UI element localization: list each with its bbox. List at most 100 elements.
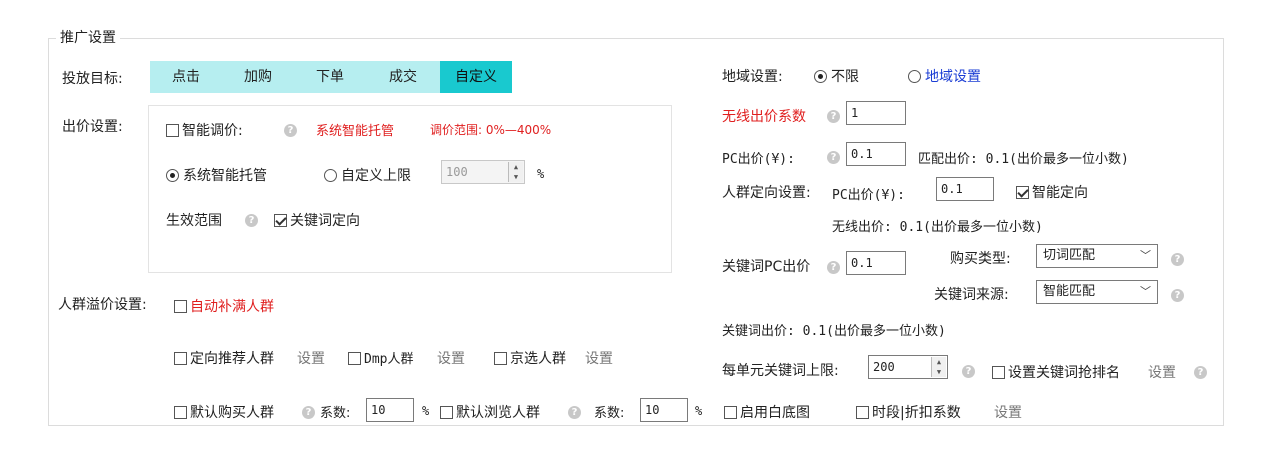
default-browse-checkbox[interactable] — [440, 406, 453, 419]
bid-label: 出价设置: — [62, 119, 123, 135]
region-custom-row[interactable]: 地域设置 — [908, 66, 981, 86]
wireless-coef-input[interactable]: 1 — [846, 101, 906, 125]
chevron-down-icon: ﹀ — [1140, 285, 1151, 298]
dmp-set-link[interactable]: 设置 — [437, 348, 465, 368]
target-label: 投放目标: — [62, 71, 123, 87]
keyword-rank-help-icon[interactable]: ? — [1194, 363, 1207, 379]
keyword-targeting-checkbox[interactable] — [274, 214, 287, 227]
white-bg-label: 启用白底图 — [740, 405, 810, 421]
time-discount-row[interactable]: 时段|折扣系数 — [856, 402, 961, 422]
wireless-coef-label: 无线出价系数 — [722, 109, 806, 125]
keyword-bid-text: 关键词出价: 0.1(出价最多一位小数) — [722, 324, 946, 339]
keyword-rank-checkbox[interactable] — [992, 366, 1005, 379]
custom-limit-spinner[interactable]: ▲ ▼ — [508, 162, 523, 182]
region-unlimited-radio[interactable] — [814, 70, 827, 83]
dmp-label: Dmp人群 — [364, 352, 414, 367]
coef-browse-percent: % — [695, 404, 703, 418]
time-discount-set-link[interactable]: 设置 — [994, 402, 1022, 422]
keyword-limit-spinner[interactable]: ▲ ▼ — [931, 357, 946, 377]
adjust-range-text: 调价范围: 0%—400% — [430, 123, 552, 137]
jd-select-row[interactable]: 京选人群 — [494, 348, 566, 368]
targeted-recommend-row[interactable]: 定向推荐人群 — [174, 348, 274, 368]
tab-deal[interactable]: 成交 — [366, 61, 440, 93]
targeted-recommend-set-link[interactable]: 设置 — [297, 348, 325, 368]
pc-bid-help-icon[interactable]: ? — [827, 148, 840, 164]
region-unlimited-row[interactable]: 不限 — [814, 66, 859, 86]
jd-select-set-link[interactable]: 设置 — [585, 348, 613, 368]
source-select[interactable]: 智能匹配 ﹀ — [1036, 280, 1158, 304]
buy-type-label: 购买类型: — [950, 251, 1011, 267]
keyword-limit-input[interactable]: 200 ▲ ▼ — [868, 355, 948, 379]
default-buy-help-icon[interactable]: ? — [302, 403, 315, 419]
smart-adjust-help-icon[interactable]: ? — [284, 121, 297, 137]
keyword-targeting-row[interactable]: 关键词定向 — [274, 210, 360, 230]
buy-type-select[interactable]: 切词匹配 ﹀ — [1036, 244, 1158, 268]
auto-fill-row[interactable]: 自动补满人群 — [174, 296, 274, 316]
keyword-limit-label: 每单元关键词上限: — [722, 363, 839, 379]
dmp-checkbox[interactable] — [348, 352, 361, 365]
region-label: 地域设置: — [722, 69, 783, 85]
keyword-pc-input[interactable]: 0.1 — [846, 251, 906, 275]
auto-fill-checkbox[interactable] — [174, 300, 187, 313]
jd-select-checkbox[interactable] — [494, 352, 507, 365]
smart-target-checkbox[interactable] — [1016, 186, 1029, 199]
radio-custom-row[interactable]: 自定义上限 — [324, 165, 411, 185]
pc-bid-input[interactable]: 0.1 — [846, 142, 906, 166]
region-settings-link[interactable]: 地域设置 — [925, 69, 981, 85]
custom-limit-value: 100 — [446, 165, 468, 179]
region-unlimited-label: 不限 — [831, 69, 859, 85]
default-browse-row[interactable]: 默认浏览人群 — [440, 402, 540, 422]
time-discount-label: 时段|折扣系数 — [872, 405, 961, 421]
keyword-pc-help-icon[interactable]: ? — [827, 258, 840, 274]
coef-buy-input[interactable]: 10 — [366, 398, 414, 422]
radio-system-row[interactable]: 系统智能托管 — [166, 165, 267, 185]
source-help-icon[interactable]: ? — [1171, 286, 1184, 302]
region-custom-radio[interactable] — [908, 70, 921, 83]
radio-custom-limit[interactable] — [324, 169, 337, 182]
coef-browse-input[interactable]: 10 — [640, 398, 688, 422]
keyword-rank-row[interactable]: 设置关键词抢排名 — [992, 362, 1120, 382]
smart-adjust-row: 智能调价: — [166, 120, 243, 140]
custom-limit-input[interactable]: 100 ▲ ▼ — [441, 160, 525, 184]
source-value: 智能匹配 — [1043, 284, 1096, 299]
default-buy-label: 默认购买人群 — [190, 405, 274, 421]
crowd-target-label: 人群定向设置: — [722, 185, 811, 201]
tab-custom[interactable]: 自定义 — [440, 61, 512, 93]
smart-target-row[interactable]: 智能定向 — [1016, 182, 1088, 202]
crowd-label: 人群溢价设置: — [58, 297, 147, 313]
scope-label: 生效范围 — [166, 213, 222, 229]
chevron-down-icon: ﹀ — [1140, 249, 1151, 262]
coef-browse-label: 系数: — [594, 406, 625, 421]
radio-custom-label: 自定义上限 — [341, 168, 411, 184]
tab-add-cart[interactable]: 加购 — [222, 61, 294, 93]
coef-buy-percent: % — [422, 404, 430, 418]
keyword-limit-value: 200 — [873, 360, 895, 374]
buy-type-help-icon[interactable]: ? — [1171, 250, 1184, 266]
tab-order[interactable]: 下单 — [294, 61, 366, 93]
white-bg-checkbox[interactable] — [724, 406, 737, 419]
targeted-recommend-checkbox[interactable] — [174, 352, 187, 365]
radio-system-label: 系统智能托管 — [183, 168, 267, 184]
default-buy-checkbox[interactable] — [174, 406, 187, 419]
keyword-rank-label: 设置关键词抢排名 — [1008, 365, 1120, 381]
smart-target-label: 智能定向 — [1032, 185, 1088, 201]
wireless-help-icon[interactable]: ? — [827, 107, 840, 123]
default-browse-help-icon[interactable]: ? — [568, 403, 581, 419]
scope-help-icon[interactable]: ? — [245, 211, 258, 227]
custom-percent: % — [537, 167, 545, 181]
tab-click[interactable]: 点击 — [150, 61, 222, 93]
smart-adjust-label: 智能调价: — [182, 123, 243, 139]
time-discount-checkbox[interactable] — [856, 406, 869, 419]
crowd-target-pc-label: PC出价(¥): — [832, 188, 905, 203]
keyword-limit-help-icon[interactable]: ? — [962, 362, 975, 378]
white-bg-row[interactable]: 启用白底图 — [724, 402, 810, 422]
crowd-target-pc-input[interactable]: 0.1 — [936, 177, 994, 201]
keyword-rank-set-link[interactable]: 设置 — [1148, 362, 1176, 382]
match-bid-text: 匹配出价: 0.1(出价最多一位小数) — [918, 152, 1129, 167]
system-hosting-text: 系统智能托管 — [316, 124, 395, 139]
dmp-row[interactable]: Dmp人群 — [348, 348, 413, 367]
radio-system-hosting[interactable] — [166, 169, 179, 182]
coef-buy-label: 系数: — [320, 406, 351, 421]
smart-adjust-checkbox[interactable] — [166, 124, 179, 137]
default-buy-row[interactable]: 默认购买人群 — [174, 402, 274, 422]
